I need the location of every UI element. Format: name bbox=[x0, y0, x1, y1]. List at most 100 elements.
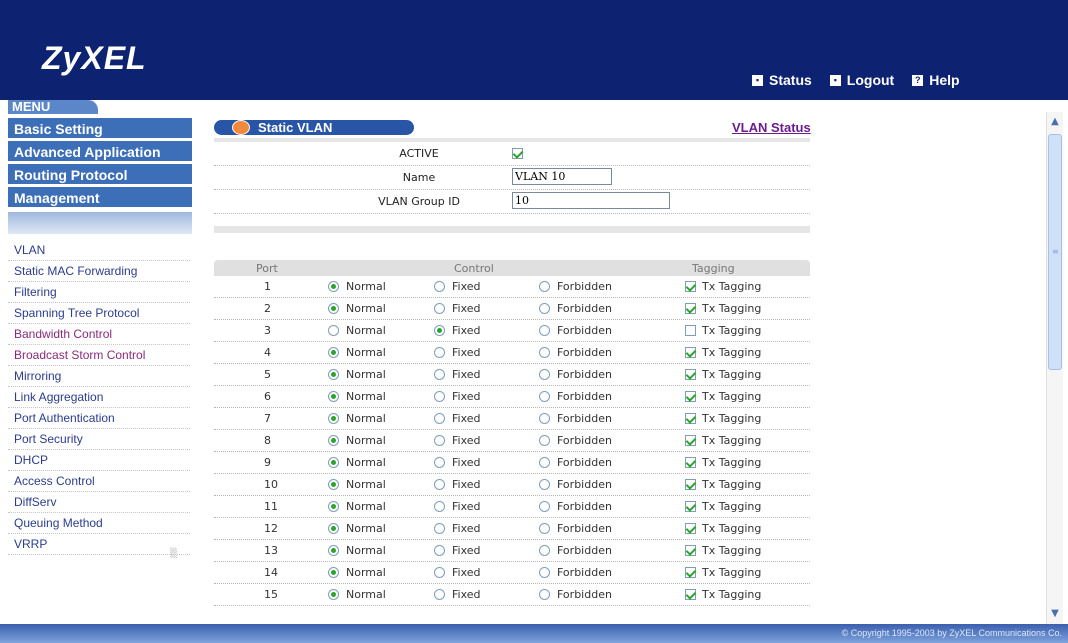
control-normal-radio[interactable] bbox=[328, 303, 339, 314]
control-normal-radio[interactable] bbox=[328, 369, 339, 380]
control-fixed-radio[interactable] bbox=[434, 501, 445, 512]
control-normal-radio[interactable] bbox=[328, 413, 339, 424]
status-link[interactable]: ▪ Status bbox=[752, 72, 812, 88]
control-forbidden-radio[interactable] bbox=[539, 479, 550, 490]
scroll-thumb[interactable]: ≡ bbox=[1048, 134, 1062, 370]
control-normal-radio[interactable] bbox=[328, 281, 339, 292]
tx-tagging-option: Tx Tagging bbox=[685, 456, 761, 469]
help-link[interactable]: ? Help bbox=[912, 72, 960, 88]
submenu-diffserv[interactable]: DiffServ bbox=[8, 492, 190, 513]
scroll-up-icon[interactable]: ▲ bbox=[1047, 114, 1063, 130]
tx-tagging-checkbox[interactable] bbox=[685, 303, 696, 314]
control-normal-radio[interactable] bbox=[328, 501, 339, 512]
tx-tagging-checkbox[interactable] bbox=[685, 369, 696, 380]
control-normal-label: Normal bbox=[346, 500, 386, 513]
control-fixed-radio[interactable] bbox=[434, 369, 445, 380]
submenu-mirroring[interactable]: Mirroring bbox=[8, 366, 190, 387]
tx-tagging-checkbox[interactable] bbox=[685, 347, 696, 358]
control-fixed-radio[interactable] bbox=[434, 347, 445, 358]
control-fixed-radio[interactable] bbox=[434, 567, 445, 578]
control-forbidden-option: Forbidden bbox=[539, 324, 612, 337]
control-fixed-label: Fixed bbox=[452, 412, 481, 425]
logout-link[interactable]: ▪ Logout bbox=[829, 72, 894, 88]
control-fixed-radio[interactable] bbox=[434, 545, 445, 556]
control-normal-radio[interactable] bbox=[328, 391, 339, 402]
control-normal-radio[interactable] bbox=[328, 457, 339, 468]
control-fixed-radio[interactable] bbox=[434, 479, 445, 490]
tx-tagging-checkbox[interactable] bbox=[685, 501, 696, 512]
menu-management[interactable]: Management bbox=[8, 187, 192, 209]
control-forbidden-radio[interactable] bbox=[539, 501, 550, 512]
name-input[interactable] bbox=[512, 168, 612, 185]
tx-tagging-checkbox[interactable] bbox=[685, 589, 696, 600]
control-fixed-radio[interactable] bbox=[434, 303, 445, 314]
submenu-vrrp[interactable]: VRRP bbox=[8, 534, 190, 555]
submenu-queuing-method[interactable]: Queuing Method bbox=[8, 513, 190, 534]
tx-tagging-checkbox[interactable] bbox=[685, 457, 696, 468]
submenu-filtering[interactable]: Filtering bbox=[8, 282, 190, 303]
submenu-broadcast-storm-control[interactable]: Broadcast Storm Control bbox=[8, 345, 190, 366]
control-forbidden-option: Forbidden bbox=[539, 500, 612, 513]
control-fixed-radio[interactable] bbox=[434, 435, 445, 446]
tx-tagging-checkbox[interactable] bbox=[685, 567, 696, 578]
control-forbidden-label: Forbidden bbox=[557, 390, 612, 403]
control-forbidden-radio[interactable] bbox=[539, 325, 550, 336]
control-normal-label: Normal bbox=[346, 478, 386, 491]
control-forbidden-radio[interactable] bbox=[539, 413, 550, 424]
control-fixed-radio[interactable] bbox=[434, 391, 445, 402]
submenu-link-aggregation[interactable]: Link Aggregation bbox=[8, 387, 190, 408]
tx-tagging-checkbox[interactable] bbox=[685, 479, 696, 490]
tx-tagging-checkbox[interactable] bbox=[685, 545, 696, 556]
control-forbidden-radio[interactable] bbox=[539, 523, 550, 534]
menu-advanced-application[interactable]: Advanced Application bbox=[8, 141, 192, 163]
submenu-dhcp[interactable]: DHCP bbox=[8, 450, 190, 471]
submenu-bandwidth-control[interactable]: Bandwidth Control bbox=[8, 324, 190, 345]
vertical-scrollbar[interactable]: ▲ ≡ ▼ bbox=[1046, 112, 1063, 624]
control-forbidden-radio[interactable] bbox=[539, 391, 550, 402]
tx-tagging-checkbox[interactable] bbox=[685, 281, 696, 292]
submenu-static-mac-forwarding[interactable]: Static MAC Forwarding bbox=[8, 261, 190, 282]
control-normal-radio[interactable] bbox=[328, 567, 339, 578]
control-fixed-radio[interactable] bbox=[434, 413, 445, 424]
control-fixed-radio[interactable] bbox=[434, 281, 445, 292]
control-forbidden-radio[interactable] bbox=[539, 589, 550, 600]
tx-tagging-checkbox[interactable] bbox=[685, 413, 696, 424]
control-normal-radio[interactable] bbox=[328, 325, 339, 336]
control-normal-radio[interactable] bbox=[328, 545, 339, 556]
control-forbidden-radio[interactable] bbox=[539, 567, 550, 578]
tx-tagging-checkbox[interactable] bbox=[685, 435, 696, 446]
tx-tagging-label: Tx Tagging bbox=[702, 390, 762, 403]
vlan-status-link[interactable]: VLAN Status bbox=[732, 120, 811, 135]
submenu-port-security[interactable]: Port Security bbox=[8, 429, 190, 450]
control-fixed-radio[interactable] bbox=[434, 325, 445, 336]
control-forbidden-radio[interactable] bbox=[539, 457, 550, 468]
control-fixed-radio[interactable] bbox=[434, 589, 445, 600]
control-normal-radio[interactable] bbox=[328, 479, 339, 490]
submenu-port-authentication[interactable]: Port Authentication bbox=[8, 408, 190, 429]
control-normal-radio[interactable] bbox=[328, 435, 339, 446]
tx-tagging-checkbox[interactable] bbox=[685, 325, 696, 336]
tx-tagging-checkbox[interactable] bbox=[685, 391, 696, 402]
submenu-access-control[interactable]: Access Control bbox=[8, 471, 190, 492]
control-normal-radio[interactable] bbox=[328, 347, 339, 358]
control-forbidden-radio[interactable] bbox=[539, 545, 550, 556]
control-fixed-radio[interactable] bbox=[434, 523, 445, 534]
group-id-input[interactable] bbox=[512, 192, 670, 209]
menu-routing-protocol[interactable]: Routing Protocol bbox=[8, 164, 192, 186]
control-normal-radio[interactable] bbox=[328, 523, 339, 534]
submenu-spanning-tree-protocol[interactable]: Spanning Tree Protocol bbox=[8, 303, 190, 324]
control-normal-radio[interactable] bbox=[328, 589, 339, 600]
submenu-vlan[interactable]: VLAN bbox=[8, 240, 190, 261]
active-checkbox[interactable] bbox=[512, 147, 523, 159]
tx-tagging-checkbox[interactable] bbox=[685, 523, 696, 534]
control-forbidden-radio[interactable] bbox=[539, 435, 550, 446]
scroll-down-icon[interactable]: ▼ bbox=[1047, 606, 1063, 622]
port-table-header: Port Control Tagging bbox=[214, 260, 810, 276]
control-forbidden-radio[interactable] bbox=[539, 347, 550, 358]
control-forbidden-radio[interactable] bbox=[539, 281, 550, 292]
zyxel-logo: ZyXEL bbox=[42, 40, 147, 76]
control-fixed-radio[interactable] bbox=[434, 457, 445, 468]
control-forbidden-radio[interactable] bbox=[539, 369, 550, 380]
menu-basic-setting[interactable]: Basic Setting bbox=[8, 118, 192, 140]
control-forbidden-radio[interactable] bbox=[539, 303, 550, 314]
